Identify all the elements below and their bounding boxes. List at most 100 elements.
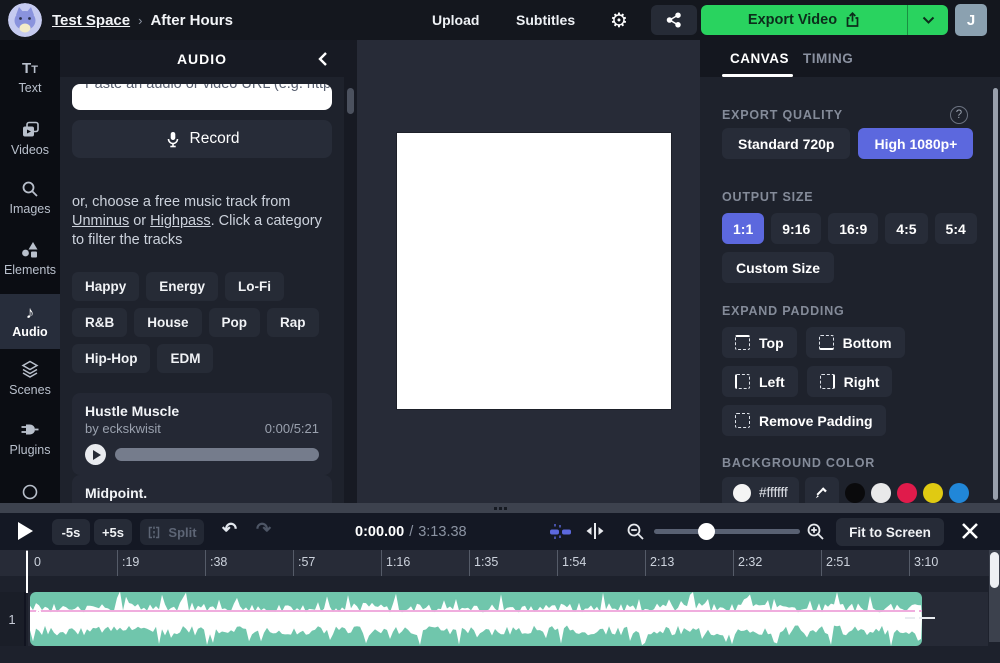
workspace-logo[interactable] [8, 3, 42, 37]
sidebar-item-more[interactable] [0, 484, 60, 500]
sidebar-item-videos[interactable]: Videos [0, 120, 60, 157]
timeline-toolbar: -5s +5s Split ↶ ↷ 0:00.00 / 3:13.38 Fit … [0, 513, 1000, 550]
volume-line[interactable] [30, 610, 922, 612]
sidebar-item-audio[interactable]: ♪ Audio [0, 294, 60, 349]
color-swatch-white[interactable] [870, 482, 891, 503]
rewind-5s-button[interactable]: -5s [52, 519, 90, 545]
project-title[interactable]: After Hours [150, 12, 233, 29]
timeline-resize-handle[interactable] [0, 503, 1000, 513]
ruler-tick-label: 1:54 [562, 555, 587, 569]
sidebar-item-scenes[interactable]: Scenes [0, 360, 60, 397]
shapes-icon [20, 240, 40, 259]
category-chip-edm[interactable]: EDM [157, 344, 214, 373]
padding-bottom-icon [818, 335, 834, 350]
clip-trim-left-handle[interactable] [36, 609, 41, 628]
share-button[interactable] [651, 5, 697, 35]
color-swatch-blue[interactable] [948, 482, 969, 503]
highpass-link[interactable]: Highpass [150, 213, 210, 229]
search-icon [21, 180, 39, 198]
top-bar: Test Space › After Hours Upload Subtitle… [0, 0, 1000, 40]
playhead[interactable] [20, 542, 34, 569]
padding-left-button[interactable]: Left [722, 366, 798, 397]
record-button[interactable]: Record [72, 120, 332, 158]
zoom-slider-thumb[interactable] [698, 523, 715, 540]
ratio-5-4-button[interactable]: 5:4 [934, 213, 977, 244]
forward-5s-button[interactable]: +5s [94, 519, 132, 545]
padding-top-button[interactable]: Top [722, 327, 797, 358]
export-dropdown-button[interactable] [907, 5, 948, 35]
sidebar-item-elements[interactable]: Elements [0, 240, 60, 277]
music-track-card[interactable]: Midpoint. by INGS 0:00/4:00 [72, 475, 332, 503]
padding-right-button[interactable]: Right [806, 366, 893, 397]
undo-icon[interactable]: ↶ [222, 519, 237, 540]
category-chip-rap[interactable]: Rap [267, 308, 319, 337]
color-hex-button[interactable]: #ffffff [722, 477, 799, 503]
quality-standard-button[interactable]: Standard 720p [722, 128, 851, 159]
timeline-zoom-slider[interactable] [654, 523, 800, 540]
zoom-out-icon[interactable] [626, 522, 645, 541]
tab-timing[interactable]: TIMING [803, 40, 853, 77]
active-tab-underline [722, 74, 793, 77]
sidebar-item-images[interactable]: Images [0, 180, 60, 216]
quality-high-button[interactable]: High 1080p+ [858, 128, 974, 159]
category-chip-house[interactable]: House [134, 308, 202, 337]
play-preview-button[interactable] [85, 444, 106, 465]
color-swatch-red[interactable] [896, 482, 917, 503]
video-canvas[interactable] [397, 133, 671, 409]
padding-bottom-button[interactable]: Bottom [805, 327, 905, 358]
snap-toggle-icon[interactable] [546, 523, 574, 540]
close-timeline-icon[interactable] [960, 521, 980, 541]
ratio-16-9-button[interactable]: 16:9 [828, 213, 879, 244]
export-video-button[interactable]: Export Video [701, 5, 907, 35]
split-view-icon[interactable] [584, 522, 606, 540]
remove-padding-button[interactable]: Remove Padding [722, 405, 886, 436]
unminus-link[interactable]: Unminus [72, 213, 129, 229]
category-chip-pop[interactable]: Pop [208, 308, 261, 337]
category-chip-lofi[interactable]: Lo-Fi [225, 272, 285, 301]
clip-trim-right-handle[interactable] [915, 605, 919, 632]
help-icon[interactable]: ? [950, 106, 968, 124]
category-chip-hiphop[interactable]: Hip-Hop [72, 344, 151, 373]
fit-to-screen-button[interactable]: Fit to Screen [836, 518, 944, 546]
category-chip-energy[interactable]: Energy [146, 272, 219, 301]
subtitles-button[interactable]: Subtitles [516, 0, 575, 40]
play-button[interactable] [18, 522, 33, 540]
audio-clip[interactable] [30, 592, 922, 646]
circle-icon [22, 484, 38, 500]
audio-panel-scrollbar[interactable] [347, 88, 354, 114]
sidebar-item-label: Videos [11, 143, 49, 157]
color-swatch-black[interactable] [844, 482, 865, 503]
ratio-1-1-button[interactable]: 1:1 [722, 213, 765, 244]
audio-url-input[interactable]: Paste an audio or video URL (e.g. http [72, 84, 332, 110]
category-chip-rnb[interactable]: R&B [72, 308, 128, 337]
ratio-4-5-button[interactable]: 4:5 [885, 213, 928, 244]
settings-gear-icon[interactable]: ⚙ [610, 0, 628, 40]
color-swatch-yellow[interactable] [922, 482, 943, 503]
collapse-panel-icon[interactable] [312, 48, 334, 70]
custom-size-button[interactable]: Custom Size [722, 252, 835, 283]
workspace-link[interactable]: Test Space [52, 12, 130, 29]
category-chip-happy[interactable]: Happy [72, 272, 140, 301]
music-track-card[interactable]: Hustle Muscle by eckskwisit 0:00/5:21 [72, 393, 332, 475]
split-button[interactable]: Split [140, 519, 204, 545]
track-progress-bar[interactable] [115, 448, 319, 461]
right-panel-scrollbar[interactable] [993, 88, 998, 500]
zoom-in-icon[interactable] [806, 522, 825, 541]
ruler-tick-label: :38 [210, 555, 228, 569]
redo-icon[interactable]: ↷ [256, 519, 271, 540]
play-icon [92, 449, 101, 460]
sidebar-item-label: Audio [12, 325, 48, 339]
padding-top-icon [735, 335, 750, 350]
sidebar-item-label: Images [9, 202, 51, 216]
tab-canvas[interactable]: CANVAS [730, 40, 789, 77]
sidebar-item-plugins[interactable]: Plugins [0, 420, 60, 457]
expand-padding-options: Top Bottom Left Right Remove Padding [722, 327, 905, 436]
upload-button[interactable]: Upload [432, 0, 479, 40]
ratio-9-16-button[interactable]: 9:16 [771, 213, 822, 244]
timeline-scrollbar-thumb[interactable] [990, 552, 999, 588]
eyedropper-button[interactable] [804, 477, 839, 503]
user-avatar[interactable]: J [955, 4, 987, 36]
timeline-ruler[interactable]: 0 :19 :38 :57 1:16 1:35 1:54 2:13 2:32 2… [0, 550, 1000, 576]
sidebar-item-text[interactable]: TT Text [0, 60, 60, 95]
export-quality-options: Standard 720p High 1080p+ [722, 128, 974, 159]
